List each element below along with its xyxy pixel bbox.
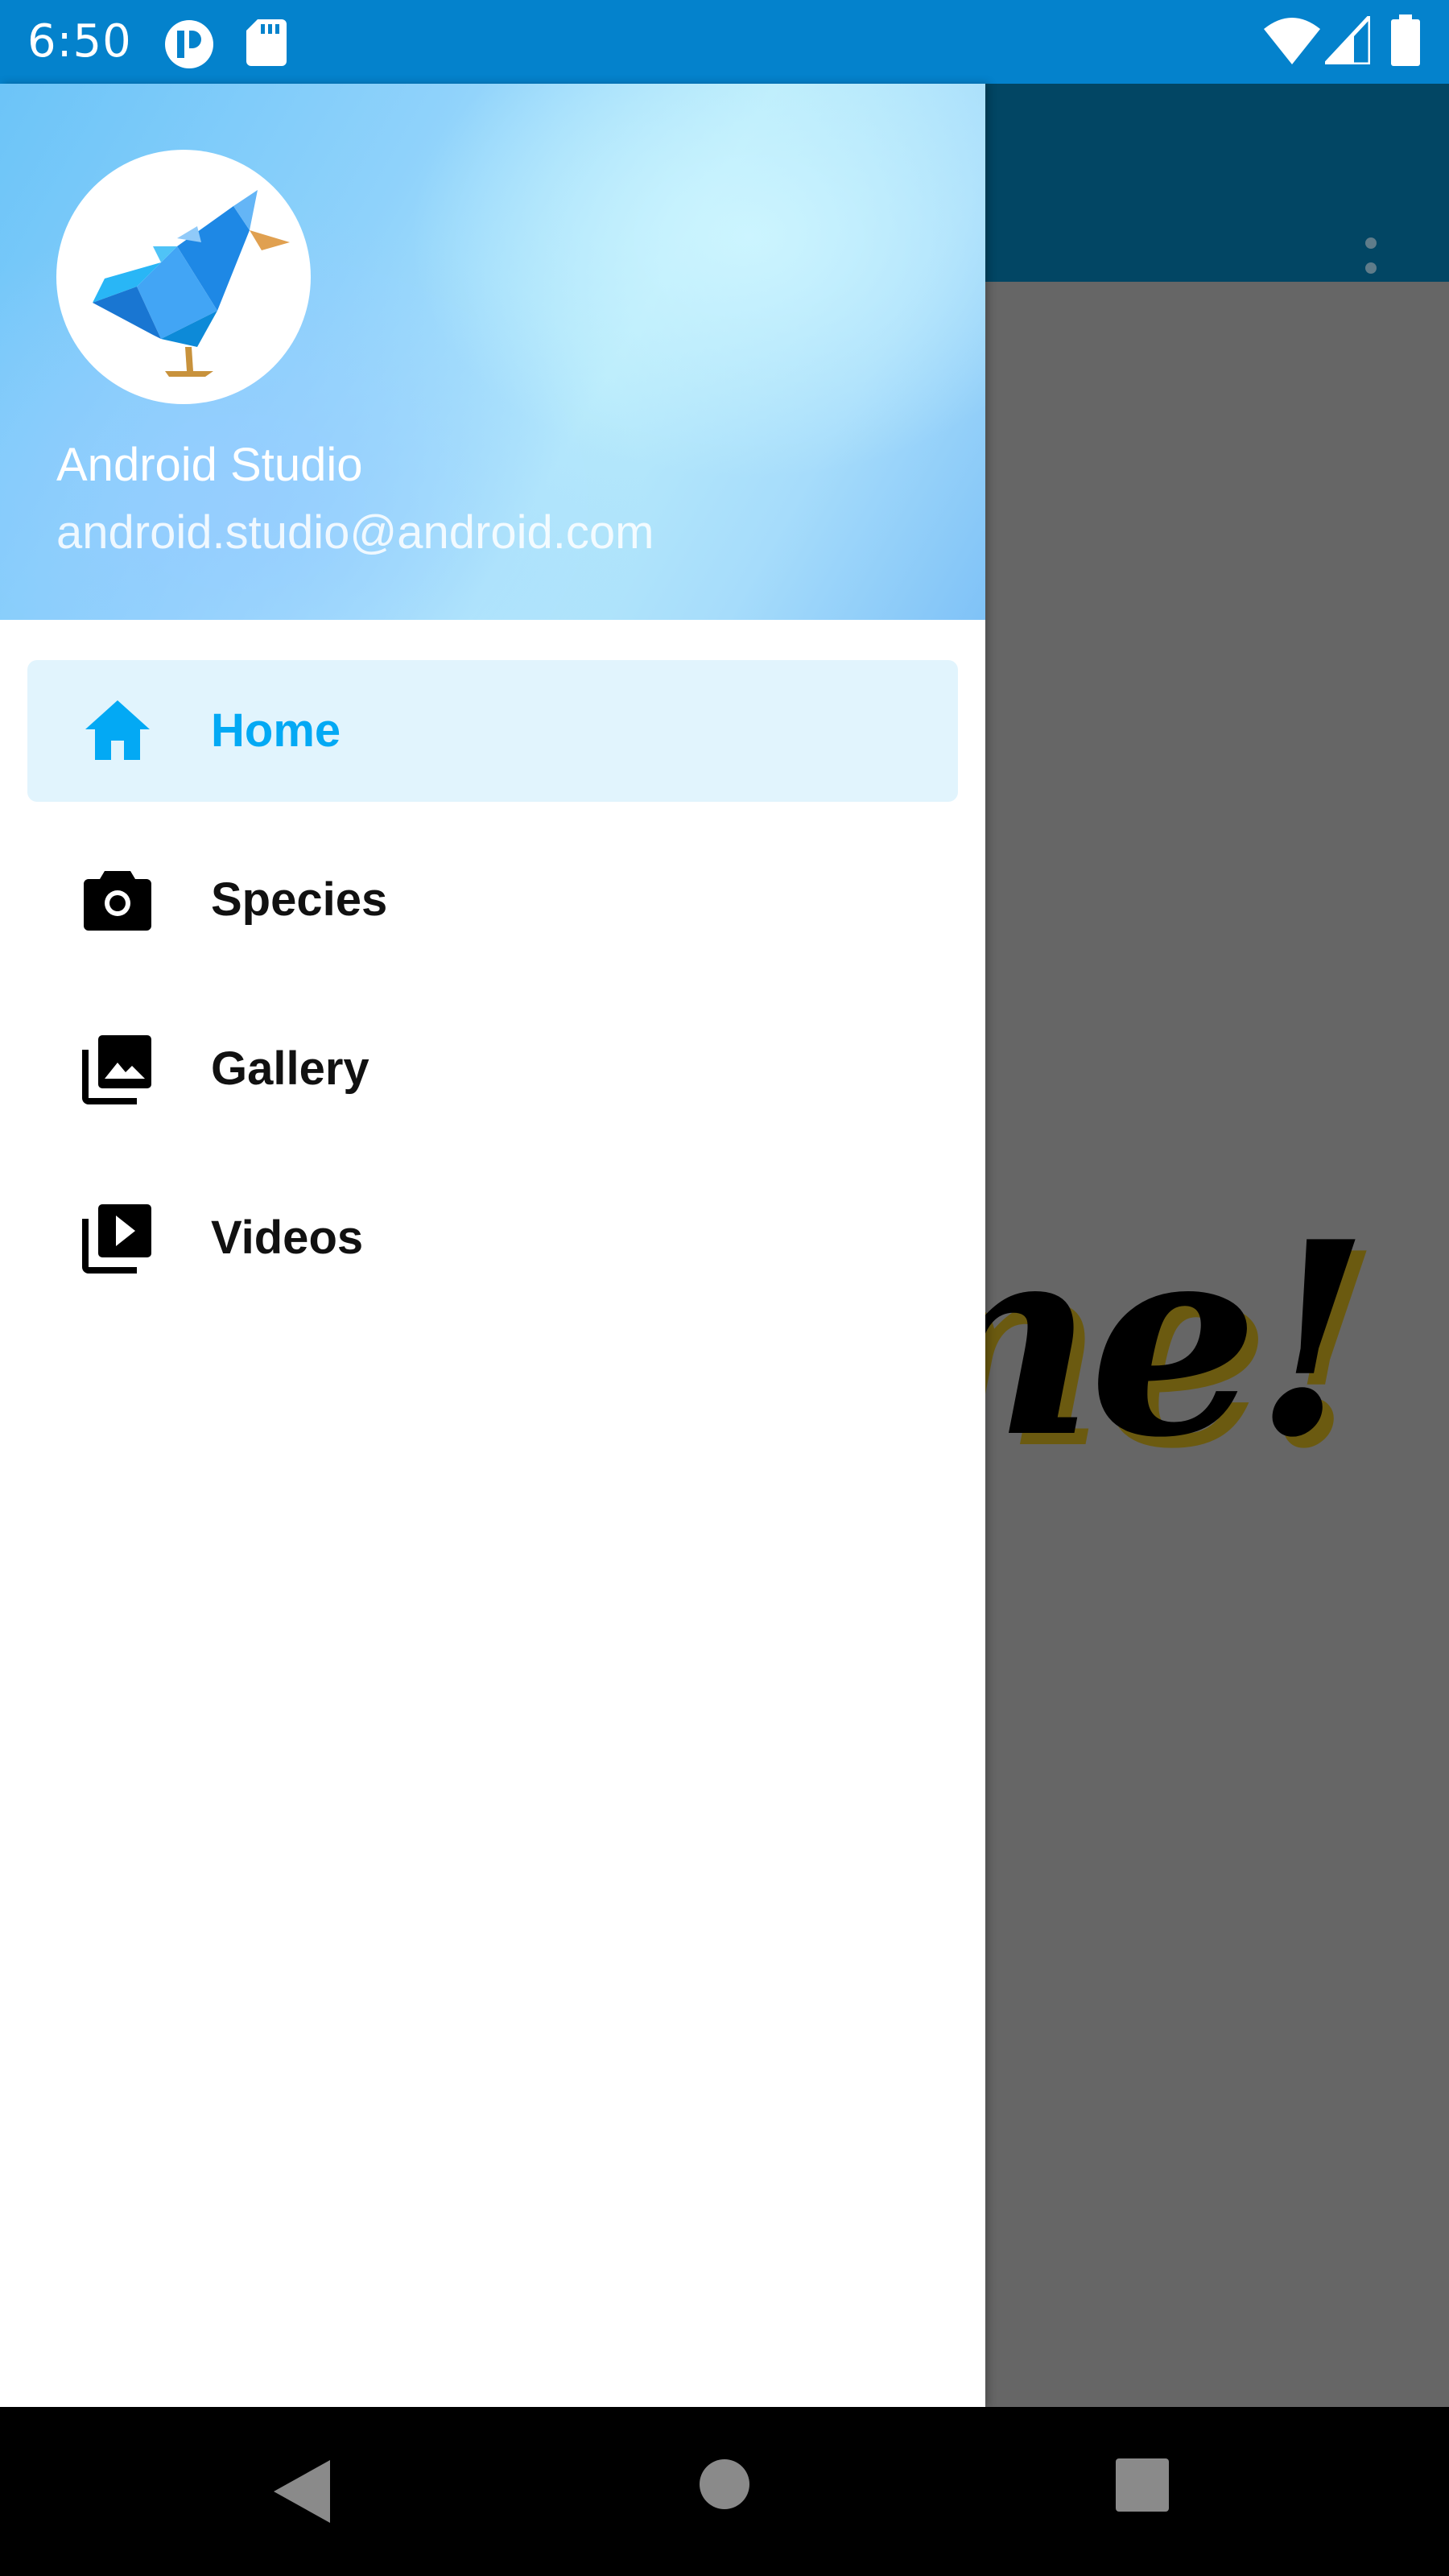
origami-bird-icon bbox=[93, 190, 290, 377]
cell-signal-icon bbox=[1320, 10, 1373, 68]
status-time: 6:50 bbox=[27, 15, 132, 68]
nav-item-label: Videos bbox=[211, 1212, 364, 1264]
nav-item-label: Home bbox=[211, 704, 341, 757]
avatar bbox=[56, 150, 311, 404]
recents-icon[interactable] bbox=[1116, 2458, 1169, 2515]
nav-item-species[interactable]: Species bbox=[27, 829, 958, 971]
camera-icon bbox=[82, 865, 153, 935]
user-name: Android Studio bbox=[56, 439, 363, 491]
nav-item-gallery[interactable]: Gallery bbox=[27, 998, 958, 1140]
status-bar: 6:50 bbox=[0, 0, 1449, 84]
notification-app-icon bbox=[164, 19, 214, 72]
back-icon[interactable] bbox=[274, 2460, 330, 2526]
sd-card-icon bbox=[246, 19, 287, 69]
drawer-header: Android Studio android.studio@android.co… bbox=[0, 84, 985, 620]
wifi-icon bbox=[1264, 18, 1320, 68]
home-circle-icon[interactable] bbox=[699, 2458, 750, 2513]
nav-item-videos[interactable]: Videos bbox=[27, 1167, 958, 1309]
nav-item-home[interactable]: Home bbox=[27, 660, 958, 802]
user-email: android.studio@android.com bbox=[56, 506, 654, 559]
nav-item-label: Species bbox=[211, 873, 388, 926]
video-library-icon bbox=[82, 1203, 153, 1274]
battery-icon bbox=[1391, 14, 1420, 69]
home-icon bbox=[82, 696, 153, 766]
photo-library-icon bbox=[82, 1034, 153, 1104]
navigation-drawer: Android Studio android.studio@android.co… bbox=[0, 84, 985, 2407]
system-nav-bar bbox=[0, 2407, 1449, 2576]
nav-item-label: Gallery bbox=[211, 1042, 369, 1095]
